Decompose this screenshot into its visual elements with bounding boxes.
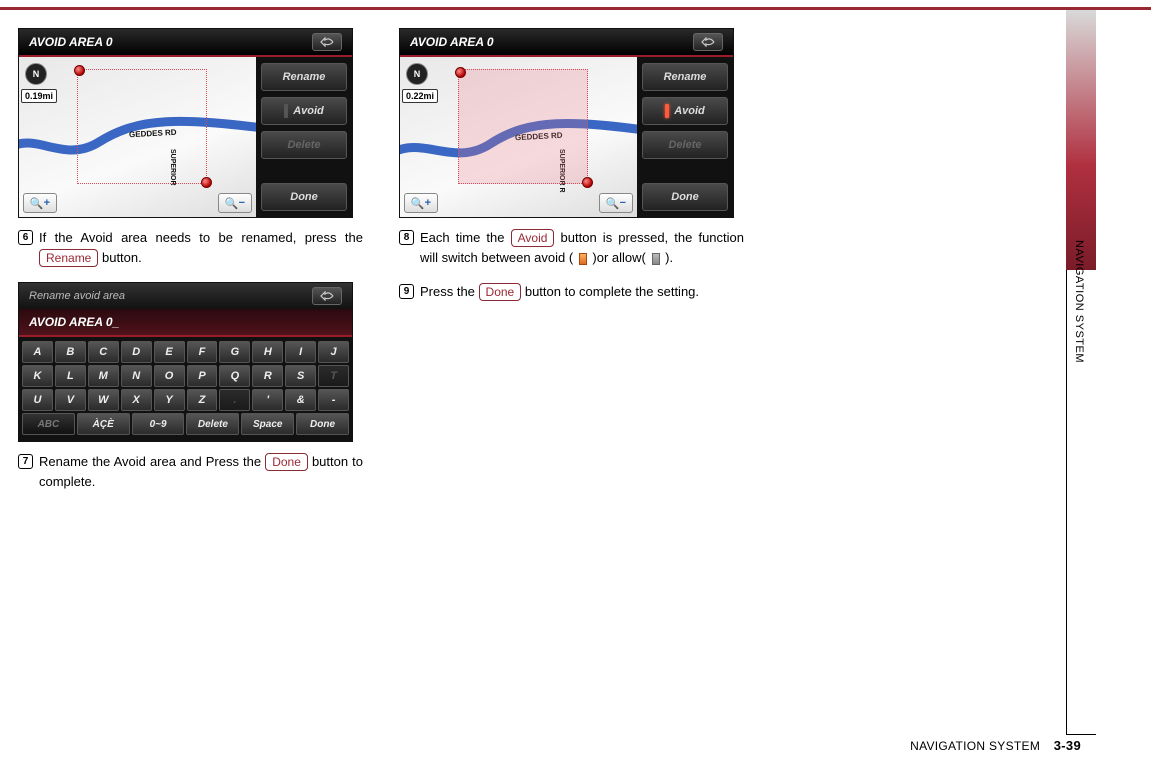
key-apostrophe[interactable]: ' [252, 389, 283, 411]
back-icon[interactable] [312, 33, 342, 51]
avoid-on-icon [579, 253, 587, 265]
rename-button[interactable]: Rename [642, 63, 728, 91]
key-I[interactable]: I [285, 341, 316, 363]
key-space[interactable]: Space [241, 413, 294, 435]
page-footer: NAVIGATION SYSTEM 3-39 [910, 738, 1081, 753]
distance-badge: 0.22mi [402, 89, 438, 103]
screenshot1-title: AVOID AREA 0 [29, 35, 113, 49]
avoid-button[interactable]: Avoid [261, 97, 347, 125]
map-pin-icon [201, 177, 212, 188]
step-number-badge: 9 [399, 284, 414, 299]
avoid-button[interactable]: Avoid [642, 97, 728, 125]
key-done[interactable]: Done [296, 413, 349, 435]
key-R[interactable]: R [252, 365, 283, 387]
zoom-in-button[interactable]: 🔍+ [23, 193, 57, 213]
keyboard-grid: A B C D E F G H I J K L M N O P [19, 337, 352, 441]
screenshot-rename-keyboard: Rename avoid area AVOID AREA 0_ A B C D … [18, 282, 353, 442]
key-B[interactable]: B [55, 341, 86, 363]
key-M[interactable]: M [88, 365, 119, 387]
section-side-tab: NAVIGATION SYSTEM [1066, 10, 1096, 735]
keyboard-entry-field[interactable]: AVOID AREA 0_ [19, 309, 352, 337]
key-ampersand[interactable]: & [285, 389, 316, 411]
key-S[interactable]: S [285, 365, 316, 387]
zoom-in-button[interactable]: 🔍+ [404, 193, 438, 213]
map-pane[interactable]: N 0.22mi GEDDES RD SUPERIOR R 🔍+ 🔍− [400, 57, 637, 217]
step-number-badge: 7 [18, 454, 33, 469]
delete-button[interactable]: Delete [642, 131, 728, 159]
key-K[interactable]: K [22, 365, 53, 387]
map-pin-icon [455, 67, 466, 78]
key-N[interactable]: N [121, 365, 152, 387]
screenshot-avoid-area-main: AVOID AREA 0 N 0.19mi GEDDES RD SUPERIOR [18, 28, 353, 218]
delete-button[interactable]: Delete [261, 131, 347, 159]
key-O[interactable]: O [154, 365, 185, 387]
key-delete[interactable]: Delete [186, 413, 239, 435]
avoid-indicator-off-icon [284, 104, 288, 118]
instruction-step-7: 7 Rename the Avoid area and Press the Do… [18, 452, 363, 492]
instruction-step-6: 6 If the Avoid area needs to be renamed,… [18, 228, 363, 268]
key-Y[interactable]: Y [154, 389, 185, 411]
instruction-step-8: 8 Each time the Avoid button is pressed,… [399, 228, 744, 268]
key-G[interactable]: G [219, 341, 250, 363]
done-button-reference: Done [265, 453, 308, 471]
done-button-reference: Done [479, 283, 522, 301]
screenshot-avoid-area-toggled: AVOID AREA 0 N 0.22mi GEDDES RD SUPERIOR… [399, 28, 734, 218]
side-tab-label: NAVIGATION SYSTEM [1073, 240, 1085, 363]
key-mode-abc[interactable]: ABC [22, 413, 75, 435]
back-icon[interactable] [312, 287, 342, 305]
rename-button-reference: Rename [39, 249, 98, 267]
key-hyphen[interactable]: - [318, 389, 349, 411]
done-button[interactable]: Done [261, 183, 347, 211]
right-column: AVOID AREA 0 N 0.22mi GEDDES RD SUPERIOR… [399, 28, 744, 713]
distance-badge: 0.19mi [21, 89, 57, 103]
key-U[interactable]: U [22, 389, 53, 411]
rename-button[interactable]: Rename [261, 63, 347, 91]
instruction-step-9: 9 Press the Done button to complete the … [399, 282, 744, 302]
map-pin-icon [582, 177, 593, 188]
key-A[interactable]: A [22, 341, 53, 363]
key-T[interactable]: T [318, 365, 349, 387]
key-P[interactable]: P [187, 365, 218, 387]
key-period[interactable]: . [219, 389, 250, 411]
map-pin-icon [74, 65, 85, 76]
avoid-indicator-on-icon [665, 104, 669, 118]
key-H[interactable]: H [252, 341, 283, 363]
key-D[interactable]: D [121, 341, 152, 363]
step-number-badge: 6 [18, 230, 33, 245]
zoom-out-button[interactable]: 🔍− [218, 193, 252, 213]
key-V[interactable]: V [55, 389, 86, 411]
compass-icon[interactable]: N [25, 63, 47, 85]
key-J[interactable]: J [318, 341, 349, 363]
key-C[interactable]: C [88, 341, 119, 363]
back-icon[interactable] [693, 33, 723, 51]
key-F[interactable]: F [187, 341, 218, 363]
avoid-area-rectangle-filled [458, 69, 588, 184]
avoid-area-rectangle [77, 69, 207, 184]
key-Q[interactable]: Q [219, 365, 250, 387]
avoid-button-reference: Avoid [511, 229, 555, 247]
map-pane[interactable]: N 0.19mi GEDDES RD SUPERIOR 🔍+ 🔍− [19, 57, 256, 217]
key-L[interactable]: L [55, 365, 86, 387]
screenshot3-title: AVOID AREA 0 [410, 35, 494, 49]
done-button[interactable]: Done [642, 183, 728, 211]
key-E[interactable]: E [154, 341, 185, 363]
key-Z[interactable]: Z [187, 389, 218, 411]
side-tab-gradient [1066, 10, 1096, 270]
zoom-out-button[interactable]: 🔍− [599, 193, 633, 213]
avoid-off-icon [652, 253, 660, 265]
compass-icon[interactable]: N [406, 63, 428, 85]
page-number: 3-39 [1054, 738, 1081, 753]
left-column: AVOID AREA 0 N 0.19mi GEDDES RD SUPERIOR [18, 28, 363, 713]
footer-section-name: NAVIGATION SYSTEM [910, 739, 1040, 753]
step-number-badge: 8 [399, 230, 414, 245]
keyboard-header: Rename avoid area [29, 290, 125, 302]
key-X[interactable]: X [121, 389, 152, 411]
key-mode-numbers[interactable]: 0~9 [132, 413, 185, 435]
key-W[interactable]: W [88, 389, 119, 411]
page-top-accent-bar [0, 7, 1151, 10]
key-mode-accents[interactable]: ÀÇÈ [77, 413, 130, 435]
